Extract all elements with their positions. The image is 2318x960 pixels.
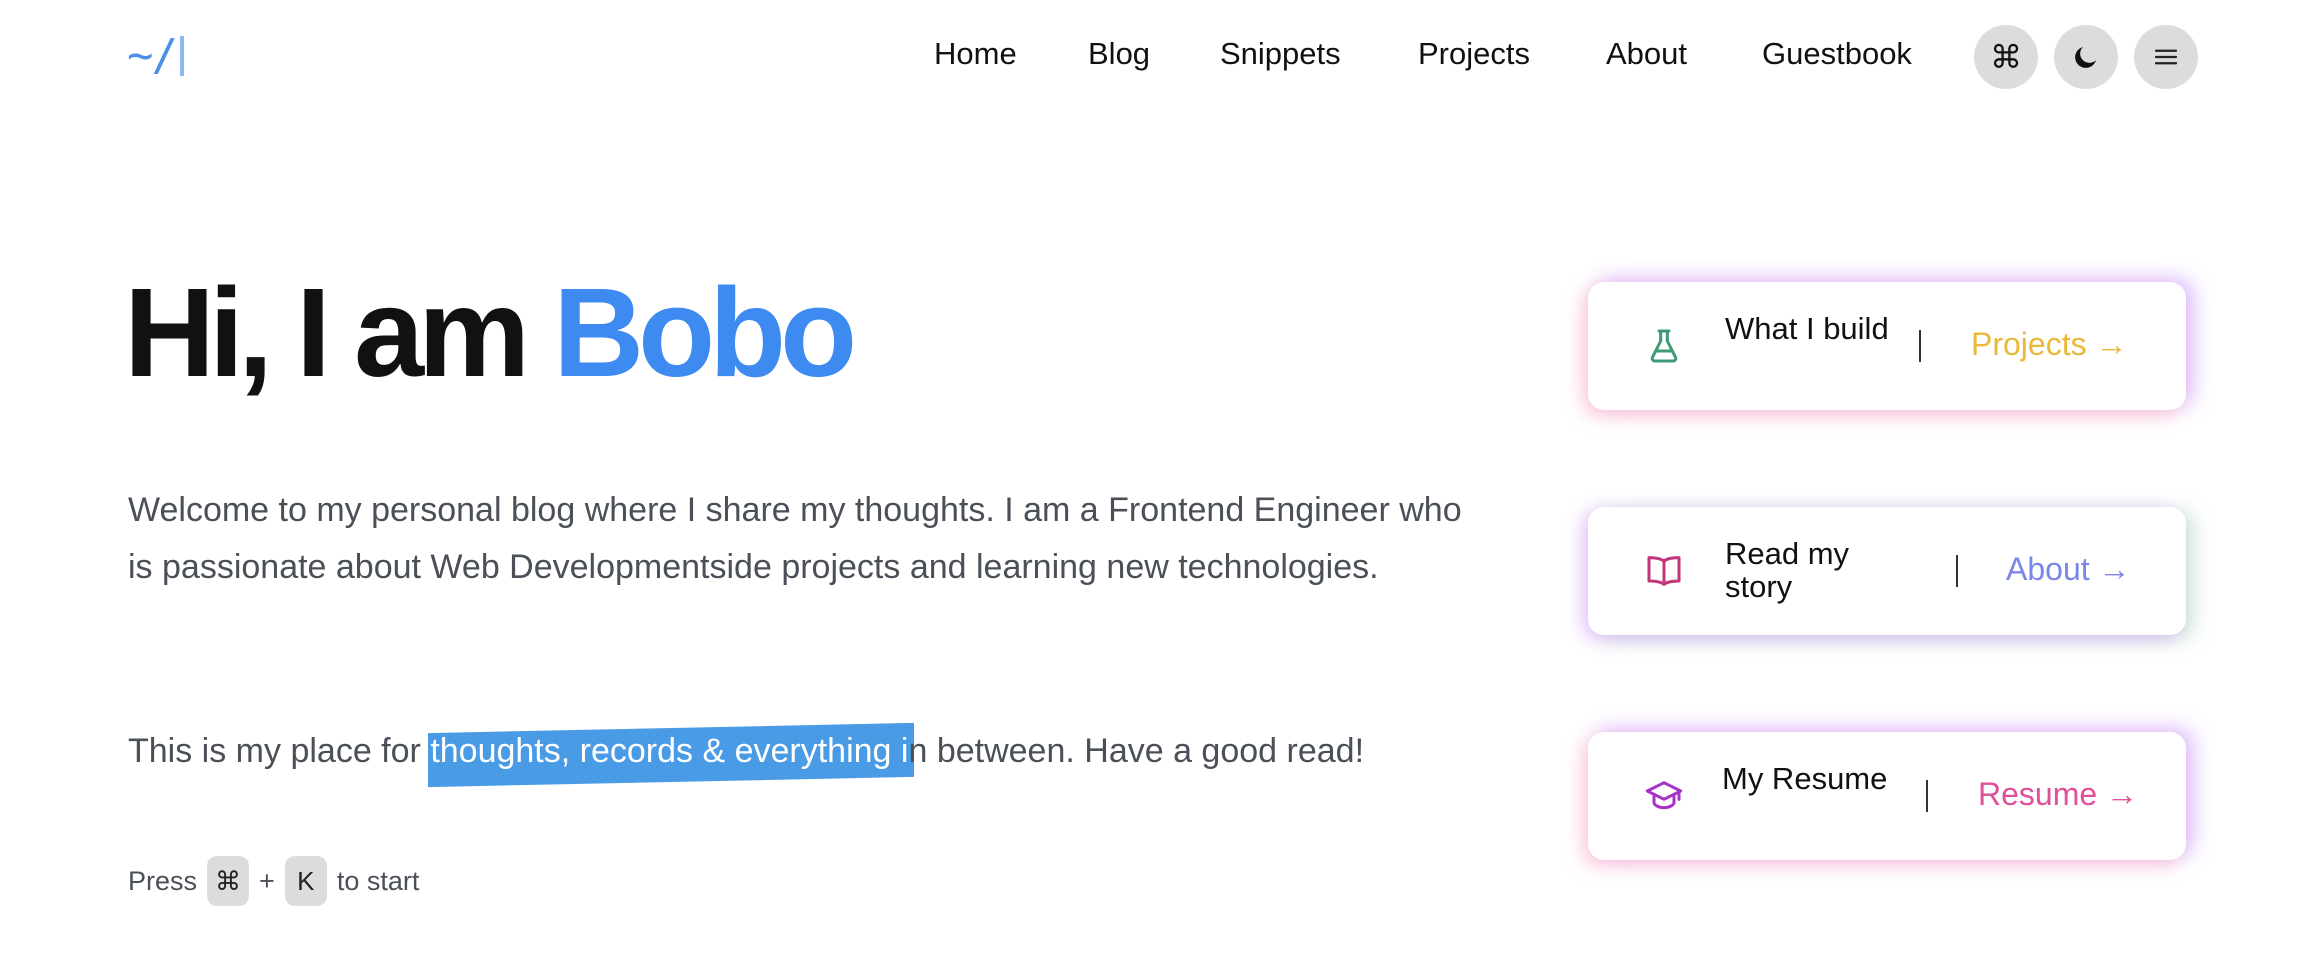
hint-plus: + bbox=[259, 865, 275, 896]
card-label: My Resume bbox=[1722, 761, 1888, 796]
keyboard-hint: Press ⌘ + K to start bbox=[128, 856, 419, 906]
menu-button[interactable] bbox=[2134, 25, 2198, 89]
card-about[interactable]: Read my story About → bbox=[1588, 507, 2186, 635]
kbd-k: K bbox=[284, 856, 327, 906]
card-link-resume[interactable]: Resume → bbox=[1978, 776, 2138, 813]
intro-paragraph: Welcome to my personal blog where I shar… bbox=[128, 491, 1462, 586]
nav-link-guestbook[interactable]: Guestbook bbox=[1762, 36, 1912, 72]
command-palette-button[interactable]: ⌘ bbox=[1974, 25, 2038, 89]
hamburger-menu-icon bbox=[2154, 49, 2178, 65]
graduation-cap-icon bbox=[1645, 781, 1683, 810]
nav-link-blog[interactable]: Blog bbox=[1088, 36, 1150, 72]
card-label: Read my story bbox=[1725, 536, 1850, 604]
logo-cursor bbox=[179, 36, 184, 76]
nav-link-projects[interactable]: Projects bbox=[1418, 36, 1530, 72]
card-separator bbox=[1956, 555, 1958, 587]
nav-link-home[interactable]: Home bbox=[934, 36, 1017, 72]
card-label: What I build bbox=[1725, 311, 1889, 346]
nav-link-about[interactable]: About bbox=[1606, 36, 1687, 72]
card-projects[interactable]: What I build Projects → bbox=[1588, 282, 2186, 410]
theme-toggle-button[interactable] bbox=[2054, 25, 2118, 89]
tagline: This is my place for thoughts, records &… bbox=[128, 732, 1364, 771]
hint-suffix: to start bbox=[336, 865, 420, 896]
moon-icon bbox=[2075, 47, 2096, 68]
flask-icon bbox=[1650, 329, 1678, 363]
card-resume[interactable]: My Resume Resume → bbox=[1588, 732, 2186, 860]
hero-name: Bobo bbox=[553, 262, 857, 403]
open-book-icon bbox=[1647, 556, 1681, 586]
command-icon: ⌘ bbox=[1990, 39, 2022, 75]
tagline-before: This is my place for bbox=[128, 732, 431, 770]
kbd-command: ⌘ bbox=[207, 856, 250, 906]
card-link-projects[interactable]: Projects → bbox=[1971, 326, 2127, 363]
card-separator bbox=[1919, 330, 1921, 362]
hero-title: Hi, I am Bobo bbox=[124, 270, 857, 396]
hero-greeting: Hi, I am bbox=[124, 262, 530, 403]
nav-link-snippets[interactable]: Snippets bbox=[1220, 36, 1341, 72]
tagline-highlight: thoughts, records & everything i bbox=[430, 732, 909, 770]
hint-press: Press bbox=[128, 865, 198, 896]
card-link-about[interactable]: About → bbox=[2006, 551, 2131, 588]
card-separator bbox=[1926, 780, 1928, 812]
tagline-after: n between. Have a good read! bbox=[908, 732, 1365, 770]
site-header: ~/ Home Blog Snippets Projects About Gue… bbox=[0, 0, 2318, 114]
site-logo[interactable]: ~/ bbox=[127, 30, 184, 81]
logo-text: ~/ bbox=[127, 30, 178, 81]
